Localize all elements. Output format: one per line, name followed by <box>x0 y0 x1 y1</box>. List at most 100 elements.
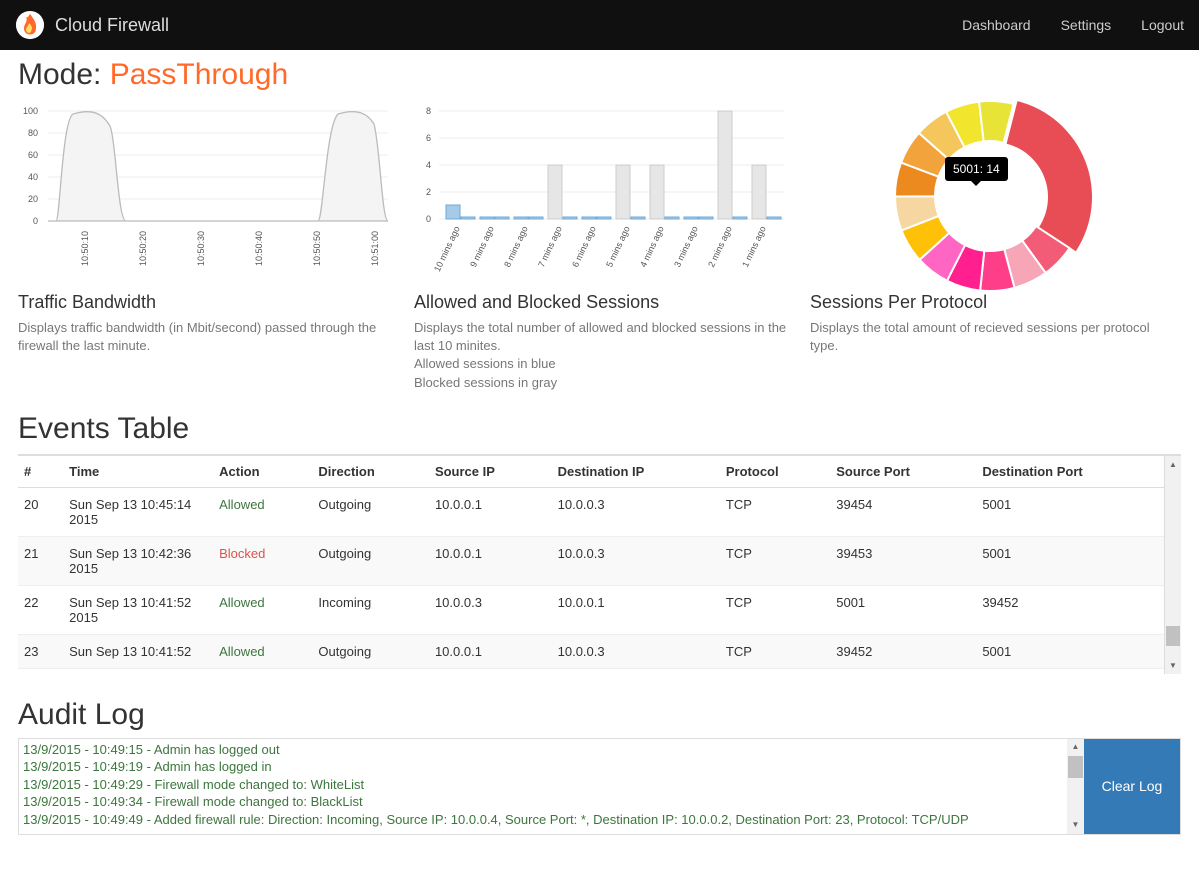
table-cell: 10.0.0.1 <box>429 634 552 668</box>
table-cell: 39452 <box>830 634 976 668</box>
events-table: #TimeActionDirectionSource IPDestination… <box>18 456 1168 669</box>
chart-sessions-title: Allowed and Blocked Sessions <box>414 292 794 313</box>
svg-text:10:50:40: 10:50:40 <box>254 231 264 266</box>
table-row[interactable]: 21Sun Sep 13 10:42:36 2015BlockedOutgoin… <box>18 536 1168 585</box>
table-cell: 5001 <box>830 585 976 634</box>
navbar: Cloud Firewall Dashboard Settings Logout <box>0 0 1199 50</box>
brand-title: Cloud Firewall <box>55 15 169 36</box>
table-cell: 10.0.0.3 <box>552 487 720 536</box>
table-cell: 39452 <box>976 585 1168 634</box>
table-row[interactable]: 22Sun Sep 13 10:41:52 2015AllowedIncomin… <box>18 585 1168 634</box>
svg-text:2: 2 <box>426 187 431 197</box>
svg-text:6 mins ago: 6 mins ago <box>570 225 598 269</box>
table-cell: Outgoing <box>312 536 429 585</box>
table-cell: Sun Sep 13 10:41:52 2015 <box>63 585 213 634</box>
table-cell: 5001 <box>976 487 1168 536</box>
table-cell: TCP <box>720 536 830 585</box>
audit-line: 13/9/2015 - 10:49:49 - Added firewall ru… <box>23 811 1080 829</box>
table-cell: Allowed <box>213 585 312 634</box>
table-header: Time <box>63 456 213 488</box>
chart-sessions: 8 6 4 2 0 <box>414 96 794 392</box>
table-cell: 10.0.0.3 <box>429 585 552 634</box>
flame-icon <box>15 10 45 40</box>
svg-text:7 mins ago: 7 mins ago <box>536 225 564 269</box>
audit-line: 13/9/2015 - 10:49:29 - Firewall mode cha… <box>23 776 1080 794</box>
chart-protocol: 5001: 14 Sessions Per Protocol Displays … <box>810 96 1170 392</box>
table-cell: Allowed <box>213 634 312 668</box>
svg-text:10 mins ago: 10 mins ago <box>432 225 462 274</box>
nav-logout[interactable]: Logout <box>1141 17 1184 33</box>
scroll-thumb[interactable] <box>1068 756 1083 778</box>
table-header: Direction <box>312 456 429 488</box>
chart-traffic: 100 80 60 40 20 0 10:50:10 10:50:20 10:5… <box>18 96 398 392</box>
svg-text:40: 40 <box>28 172 38 182</box>
table-cell: Allowed <box>213 487 312 536</box>
table-cell: TCP <box>720 487 830 536</box>
chart-sessions-desc: Displays the total number of allowed and… <box>414 319 794 392</box>
svg-text:10:51:00: 10:51:00 <box>370 231 380 266</box>
svg-text:80: 80 <box>28 128 38 138</box>
scroll-up-icon[interactable]: ▲ <box>1165 456 1181 473</box>
table-header: Destination IP <box>552 456 720 488</box>
svg-text:10:50:50: 10:50:50 <box>312 231 322 266</box>
table-cell: 5001 <box>976 634 1168 668</box>
table-cell: Incoming <box>312 585 429 634</box>
svg-text:8: 8 <box>426 106 431 116</box>
traffic-line-chart: 100 80 60 40 20 0 10:50:10 10:50:20 10:5… <box>18 96 398 286</box>
table-cell: 10.0.0.1 <box>429 487 552 536</box>
svg-text:5 mins ago: 5 mins ago <box>604 225 632 269</box>
nav-dashboard[interactable]: Dashboard <box>962 17 1031 33</box>
svg-text:0: 0 <box>33 216 38 226</box>
mode-heading: Mode: PassThrough <box>18 58 1181 92</box>
table-cell: Blocked <box>213 536 312 585</box>
table-cell: 39453 <box>830 536 976 585</box>
scroll-down-icon[interactable]: ▼ <box>1067 817 1084 834</box>
audit-log[interactable]: 13/9/2015 - 10:49:15 - Admin has logged … <box>19 739 1084 834</box>
svg-text:10:50:30: 10:50:30 <box>196 231 206 266</box>
svg-text:1 mins ago: 1 mins ago <box>740 225 768 269</box>
charts-row: 100 80 60 40 20 0 10:50:10 10:50:20 10:5… <box>18 96 1181 392</box>
svg-text:10:50:20: 10:50:20 <box>138 231 148 266</box>
table-cell: Sun Sep 13 10:42:36 2015 <box>63 536 213 585</box>
audit-line: 13/9/2015 - 10:49:19 - Admin has logged … <box>23 758 1080 776</box>
table-header: Source Port <box>830 456 976 488</box>
scroll-down-icon[interactable]: ▼ <box>1165 657 1181 674</box>
svg-text:9 mins ago: 9 mins ago <box>468 225 496 269</box>
scroll-thumb[interactable] <box>1166 626 1180 646</box>
mode-label: Mode: <box>18 58 110 91</box>
table-cell: 20 <box>18 487 63 536</box>
svg-text:4: 4 <box>426 160 431 170</box>
chart-protocol-desc: Displays the total amount of recieved se… <box>810 319 1170 355</box>
scroll-up-icon[interactable]: ▲ <box>1067 739 1084 756</box>
svg-text:20: 20 <box>28 194 38 204</box>
table-header: Source IP <box>429 456 552 488</box>
table-header: # <box>18 456 63 488</box>
table-row[interactable]: 20Sun Sep 13 10:45:14 2015AllowedOutgoin… <box>18 487 1168 536</box>
table-cell: 10.0.0.1 <box>552 585 720 634</box>
pie-tooltip: 5001: 14 <box>945 157 1008 181</box>
nav-settings[interactable]: Settings <box>1061 17 1112 33</box>
svg-text:8 mins ago: 8 mins ago <box>502 225 530 269</box>
table-row[interactable]: 23Sun Sep 13 10:41:52AllowedOutgoing10.0… <box>18 634 1168 668</box>
clear-log-button[interactable]: Clear Log <box>1084 739 1180 834</box>
audit-scrollbar[interactable]: ▲ ▼ <box>1067 739 1084 834</box>
table-cell: 23 <box>18 634 63 668</box>
brand[interactable]: Cloud Firewall <box>15 10 169 40</box>
audit-heading: Audit Log <box>18 698 1181 732</box>
svg-text:0: 0 <box>426 214 431 224</box>
table-cell: Outgoing <box>312 487 429 536</box>
table-cell: TCP <box>720 585 830 634</box>
svg-text:10:50:10: 10:50:10 <box>80 231 90 266</box>
table-cell: 21 <box>18 536 63 585</box>
audit-row: 13/9/2015 - 10:49:15 - Admin has logged … <box>18 738 1181 835</box>
table-cell: 39454 <box>830 487 976 536</box>
svg-text:60: 60 <box>28 150 38 160</box>
table-cell: Outgoing <box>312 634 429 668</box>
table-cell: 10.0.0.3 <box>552 634 720 668</box>
table-header: Destination Port <box>976 456 1168 488</box>
events-scrollbar[interactable]: ▲ ▼ <box>1164 456 1181 674</box>
chart-traffic-desc: Displays traffic bandwidth (in Mbit/seco… <box>18 319 398 355</box>
table-cell: 5001 <box>976 536 1168 585</box>
svg-text:3 mins ago: 3 mins ago <box>672 225 700 269</box>
events-table-wrap: #TimeActionDirectionSource IPDestination… <box>18 454 1181 674</box>
